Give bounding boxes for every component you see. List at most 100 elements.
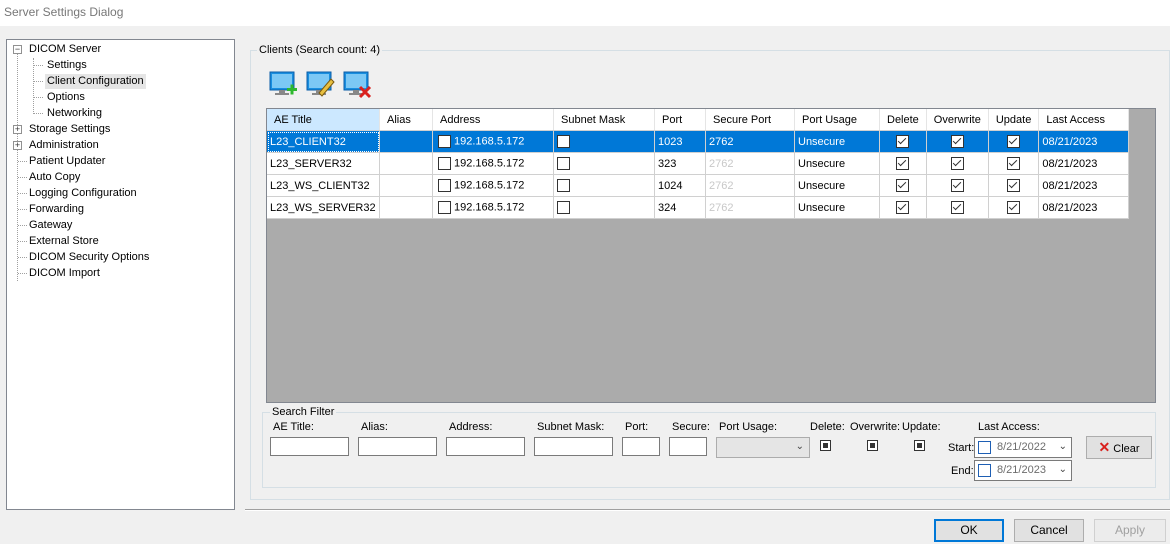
last-access-cell[interactable]: 08/21/2023 bbox=[1038, 130, 1130, 153]
update-cell[interactable] bbox=[988, 130, 1040, 153]
address-checkbox[interactable] bbox=[438, 157, 451, 170]
delete-filter-checkbox[interactable] bbox=[820, 440, 831, 451]
tree-item-storage-settings[interactable]: Storage Settings bbox=[27, 122, 112, 137]
delete-cell[interactable] bbox=[879, 196, 927, 219]
col-delete[interactable]: Delete bbox=[879, 109, 927, 131]
alias-cell[interactable] bbox=[379, 196, 433, 219]
alias-cell[interactable] bbox=[379, 174, 433, 197]
update-checkbox[interactable] bbox=[1007, 201, 1021, 214]
delete-client-icon[interactable] bbox=[342, 69, 372, 99]
clear-button[interactable]: ✕ Clear bbox=[1086, 436, 1152, 459]
start-date-checkbox[interactable] bbox=[978, 441, 991, 454]
delete-checkbox[interactable] bbox=[896, 201, 910, 214]
port-usage-cell[interactable]: Unsecure bbox=[794, 174, 880, 197]
col-subnet-mask[interactable]: Subnet Mask bbox=[553, 109, 655, 131]
table-row[interactable]: L23_WS_SERVER32 192.168.5.172 324 2762 U… bbox=[267, 196, 1130, 219]
overwrite-checkbox[interactable] bbox=[950, 201, 964, 214]
table-row[interactable]: L23_WS_CLIENT32 192.168.5.172 1024 2762 … bbox=[267, 174, 1130, 197]
port-usage-cell[interactable]: Unsecure bbox=[794, 196, 880, 219]
table-row[interactable]: L23_SERVER32 192.168.5.172 323 2762 Unse… bbox=[267, 152, 1130, 175]
col-overwrite[interactable]: Overwrite bbox=[926, 109, 989, 131]
last-access-cell[interactable]: 08/21/2023 bbox=[1038, 152, 1130, 175]
col-last-access[interactable]: Last Access bbox=[1038, 109, 1130, 131]
port-cell[interactable]: 1024 bbox=[654, 174, 706, 197]
tree-item-networking[interactable]: Networking bbox=[45, 106, 104, 121]
apply-button[interactable]: Apply bbox=[1094, 519, 1166, 542]
address-filter-input[interactable] bbox=[446, 437, 525, 456]
ae-title-cell[interactable]: L23_CLIENT32 bbox=[267, 130, 380, 153]
last-access-cell[interactable]: 08/21/2023 bbox=[1038, 174, 1130, 197]
start-date-picker[interactable]: 8/21/2022 ⌄ bbox=[974, 437, 1072, 458]
update-filter-checkbox[interactable] bbox=[914, 440, 925, 451]
tree-item-dicom-import[interactable]: DICOM Import bbox=[27, 266, 102, 281]
last-access-cell[interactable]: 08/21/2023 bbox=[1038, 196, 1130, 219]
expand-icon[interactable]: + bbox=[13, 125, 22, 134]
end-date-picker[interactable]: 8/21/2023 ⌄ bbox=[974, 460, 1072, 481]
port-filter-input[interactable] bbox=[622, 437, 660, 456]
ae-title-filter-input[interactable] bbox=[270, 437, 349, 456]
port-cell[interactable]: 323 bbox=[654, 152, 706, 175]
delete-checkbox[interactable] bbox=[896, 179, 910, 192]
overwrite-checkbox[interactable] bbox=[950, 157, 964, 170]
port-usage-cell[interactable]: Unsecure bbox=[794, 130, 880, 153]
overwrite-filter-checkbox[interactable] bbox=[867, 440, 878, 451]
tree-item-dicom-security-options[interactable]: DICOM Security Options bbox=[27, 250, 151, 265]
update-cell[interactable] bbox=[988, 196, 1040, 219]
add-client-icon[interactable] bbox=[268, 69, 298, 99]
alias-filter-input[interactable] bbox=[358, 437, 437, 456]
alias-cell[interactable] bbox=[379, 130, 433, 153]
subnet-cell[interactable] bbox=[553, 196, 655, 219]
collapse-icon[interactable]: − bbox=[13, 45, 22, 54]
address-checkbox[interactable] bbox=[438, 135, 451, 148]
delete-checkbox[interactable] bbox=[896, 135, 910, 148]
address-cell[interactable]: 192.168.5.172 bbox=[432, 130, 554, 153]
subnet-cell[interactable] bbox=[553, 130, 655, 153]
edit-client-icon[interactable] bbox=[305, 69, 335, 99]
port-cell[interactable]: 324 bbox=[654, 196, 706, 219]
clients-table[interactable]: AE Title Alias Address Subnet Mask Port … bbox=[267, 109, 1130, 219]
port-usage-filter-select[interactable]: ⌄ bbox=[716, 437, 810, 458]
subnet-checkbox[interactable] bbox=[557, 201, 570, 214]
settings-tree[interactable]: − DICOM Server Settings Client Configura… bbox=[6, 39, 235, 510]
ae-title-cell[interactable]: L23_SERVER32 bbox=[267, 152, 380, 175]
delete-cell[interactable] bbox=[879, 130, 927, 153]
delete-cell[interactable] bbox=[879, 174, 927, 197]
update-checkbox[interactable] bbox=[1007, 135, 1021, 148]
address-cell[interactable]: 192.168.5.172 bbox=[432, 196, 554, 219]
update-cell[interactable] bbox=[988, 152, 1040, 175]
expand-icon[interactable]: + bbox=[13, 141, 22, 150]
ae-title-cell[interactable]: L23_WS_SERVER32 bbox=[267, 196, 380, 219]
tree-item-gateway[interactable]: Gateway bbox=[27, 218, 74, 233]
overwrite-checkbox[interactable] bbox=[950, 135, 964, 148]
tree-item-logging-configuration[interactable]: Logging Configuration bbox=[27, 186, 139, 201]
update-checkbox[interactable] bbox=[1007, 179, 1021, 192]
overwrite-cell[interactable] bbox=[926, 196, 989, 219]
table-row[interactable]: L23_CLIENT32 192.168.5.172 1023 2762 Uns… bbox=[267, 130, 1130, 153]
subnet-cell[interactable] bbox=[553, 174, 655, 197]
tree-item-dicom-server[interactable]: DICOM Server bbox=[27, 42, 103, 57]
update-checkbox[interactable] bbox=[1007, 157, 1021, 170]
tree-item-client-configuration[interactable]: Client Configuration bbox=[45, 74, 146, 89]
address-cell[interactable]: 192.168.5.172 bbox=[432, 152, 554, 175]
tree-item-forwarding[interactable]: Forwarding bbox=[27, 202, 86, 217]
tree-item-options[interactable]: Options bbox=[45, 90, 87, 105]
ok-button[interactable]: OK bbox=[934, 519, 1004, 542]
tree-item-administration[interactable]: Administration bbox=[27, 138, 101, 153]
col-address[interactable]: Address bbox=[432, 109, 554, 131]
overwrite-cell[interactable] bbox=[926, 130, 989, 153]
col-port-usage[interactable]: Port Usage bbox=[794, 109, 880, 131]
address-checkbox[interactable] bbox=[438, 179, 451, 192]
subnet-filter-input[interactable] bbox=[534, 437, 613, 456]
overwrite-cell[interactable] bbox=[926, 174, 989, 197]
cancel-button[interactable]: Cancel bbox=[1014, 519, 1084, 542]
delete-cell[interactable] bbox=[879, 152, 927, 175]
tree-item-settings[interactable]: Settings bbox=[45, 58, 89, 73]
subnet-checkbox[interactable] bbox=[557, 135, 570, 148]
subnet-checkbox[interactable] bbox=[557, 179, 570, 192]
tree-item-external-store[interactable]: External Store bbox=[27, 234, 101, 249]
col-secure-port[interactable]: Secure Port bbox=[705, 109, 795, 131]
update-cell[interactable] bbox=[988, 174, 1040, 197]
port-cell[interactable]: 1023 bbox=[654, 130, 706, 153]
tree-item-patient-updater[interactable]: Patient Updater bbox=[27, 154, 107, 169]
secure-filter-input[interactable] bbox=[669, 437, 707, 456]
